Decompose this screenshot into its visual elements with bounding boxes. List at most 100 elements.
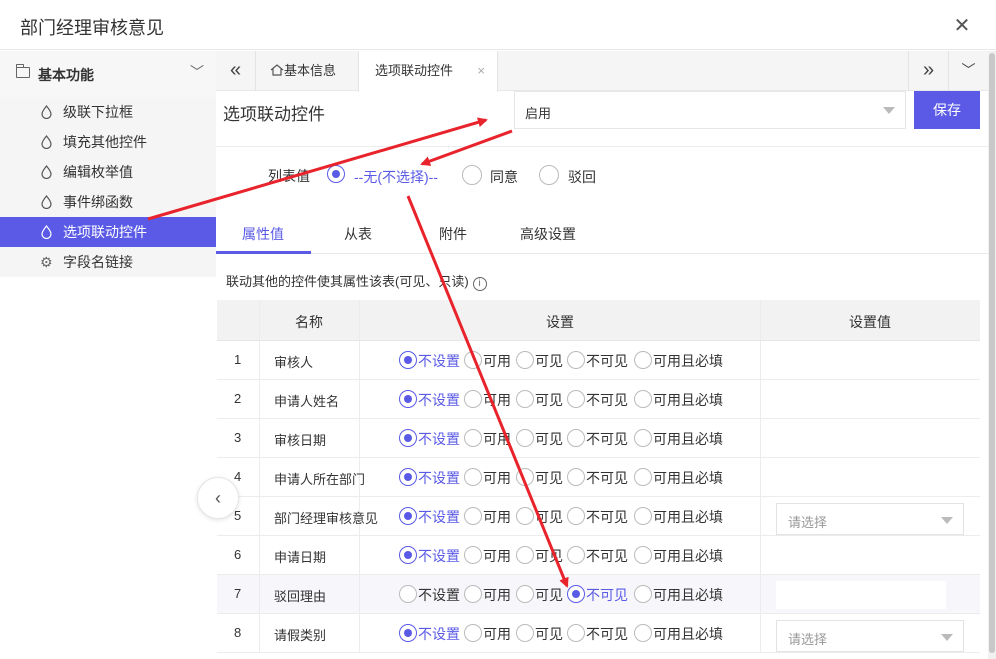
- setting-radio[interactable]: [464, 546, 482, 564]
- column-divider: [259, 458, 260, 496]
- setting-radio[interactable]: [516, 429, 534, 447]
- info-icon[interactable]: i: [472, 277, 487, 291]
- save-button[interactable]: 保存: [914, 91, 980, 129]
- enable-select[interactable]: 启用: [514, 91, 906, 129]
- subtab-detail-table[interactable]: 从表: [344, 224, 372, 244]
- sidebar-item[interactable]: 事件绑函数: [0, 187, 216, 217]
- setting-radio[interactable]: [634, 468, 652, 486]
- chevron-down-icon[interactable]: ﹀: [190, 62, 204, 82]
- sidebar-item-label: 选项联动控件: [63, 224, 147, 240]
- sidebar-item[interactable]: 级联下拉框: [0, 97, 216, 127]
- setting-value-input[interactable]: [776, 581, 946, 609]
- table-row: 7 驳回理由 不设置 可用 可见 不可见 可用且必填: [217, 575, 980, 614]
- setting-radio[interactable]: [567, 429, 585, 447]
- tab-option-linkage[interactable]: 选项联动控件 ×: [358, 51, 498, 92]
- setting-option-label: 可用: [483, 470, 511, 486]
- setting-radio[interactable]: [516, 468, 534, 486]
- setting-radio[interactable]: [634, 351, 652, 369]
- setting-radio[interactable]: [464, 507, 482, 525]
- setting-radio[interactable]: [464, 429, 482, 447]
- sub-tabs: 属性值 从表 附件 高级设置: [216, 212, 988, 254]
- sidebar-group-basic[interactable]: 基本功能 ﹀: [0, 51, 216, 97]
- subtab-attachments[interactable]: 附件: [439, 224, 467, 244]
- subtab-advanced[interactable]: 高级设置: [520, 224, 576, 244]
- page-heading: 选项联动控件: [223, 105, 325, 124]
- setting-radio[interactable]: [516, 546, 534, 564]
- list-value-radio-reject[interactable]: [539, 165, 559, 185]
- setting-radio[interactable]: [399, 624, 417, 642]
- setting-value-select[interactable]: 请选择: [776, 503, 964, 535]
- setting-value-select[interactable]: 请选择: [776, 620, 964, 652]
- setting-radio[interactable]: [567, 546, 585, 564]
- table-row: 2 申请人姓名 不设置 可用 可见 不可见 可用且必填: [217, 380, 980, 419]
- setting-radio[interactable]: [567, 507, 585, 525]
- row-number: 8: [234, 625, 242, 640]
- list-value-option-agree: 同意: [490, 169, 518, 185]
- setting-radio[interactable]: [399, 546, 417, 564]
- setting-option-label: 可用: [483, 626, 511, 642]
- tab-close-icon[interactable]: ×: [477, 51, 485, 91]
- sidebar-item[interactable]: 选项联动控件: [0, 217, 216, 247]
- setting-option-label: 可用且必填: [653, 431, 723, 447]
- table-row: 4 申请人所在部门 不设置 可用 可见 不可见 可用且必填: [217, 458, 980, 497]
- setting-radio[interactable]: [516, 390, 534, 408]
- setting-radio[interactable]: [399, 507, 417, 525]
- setting-radio[interactable]: [567, 468, 585, 486]
- setting-radio[interactable]: [634, 546, 652, 564]
- setting-radio[interactable]: [634, 624, 652, 642]
- setting-radio[interactable]: [634, 390, 652, 408]
- sidebar-item[interactable]: ⚙ 字段名链接: [0, 247, 216, 277]
- column-divider: [760, 341, 761, 379]
- setting-radio[interactable]: [634, 507, 652, 525]
- scrollbar-thumb[interactable]: [989, 53, 995, 653]
- list-value-radio-agree[interactable]: [462, 165, 482, 185]
- column-header-setting: 设置: [546, 314, 574, 330]
- drop-icon: [41, 165, 52, 179]
- row-number: 6: [234, 547, 242, 562]
- setting-radio[interactable]: [399, 468, 417, 486]
- enable-select-value: 启用: [525, 106, 552, 121]
- list-value-row: 列表值 --无(不选择)-- 同意 驳回: [216, 160, 988, 190]
- close-icon[interactable]: ✕: [952, 13, 972, 37]
- collapse-sidebar-button[interactable]: ‹: [197, 477, 239, 519]
- drop-icon: [41, 105, 52, 119]
- setting-radio[interactable]: [399, 429, 417, 447]
- tab-menu-chevron-icon[interactable]: ﹀: [948, 51, 988, 91]
- setting-radio[interactable]: [399, 390, 417, 408]
- setting-radio[interactable]: [567, 624, 585, 642]
- setting-radio[interactable]: [516, 624, 534, 642]
- setting-radio[interactable]: [464, 468, 482, 486]
- row-number: 4: [234, 469, 242, 484]
- sidebar-item[interactable]: 填充其他控件: [0, 127, 216, 157]
- setting-radio[interactable]: [516, 507, 534, 525]
- sidebar-item[interactable]: 编辑枚举值: [0, 157, 216, 187]
- setting-radio[interactable]: [464, 390, 482, 408]
- setting-radio[interactable]: [567, 351, 585, 369]
- list-value-radio-none[interactable]: [327, 165, 345, 183]
- setting-radio[interactable]: [464, 624, 482, 642]
- setting-option-label: 不设置: [418, 353, 460, 369]
- setting-option-label: 可用且必填: [653, 587, 723, 603]
- setting-radio[interactable]: [516, 585, 534, 603]
- setting-radio[interactable]: [634, 429, 652, 447]
- setting-radio[interactable]: [464, 585, 482, 603]
- vertical-scrollbar[interactable]: [988, 51, 996, 659]
- setting-radio[interactable]: [567, 585, 585, 603]
- setting-radio[interactable]: [634, 585, 652, 603]
- setting-radio[interactable]: [516, 351, 534, 369]
- gear-icon: ⚙: [40, 254, 53, 270]
- setting-option-label: 不设置: [418, 392, 460, 408]
- setting-radio[interactable]: [399, 351, 417, 369]
- tab-basic-info[interactable]: 基本信息: [260, 51, 358, 91]
- row-field-name: 申请人所在部门: [274, 472, 366, 487]
- setting-option-label: 可用: [483, 587, 511, 603]
- scroll-tabs-right-icon[interactable]: »: [908, 51, 948, 91]
- column-divider: [259, 419, 260, 457]
- list-value-option-reject: 驳回: [568, 169, 596, 185]
- setting-radio[interactable]: [567, 390, 585, 408]
- row-number: 2: [234, 391, 242, 406]
- subtab-properties[interactable]: 属性值: [242, 224, 284, 244]
- scroll-tabs-left-icon[interactable]: «: [216, 51, 256, 91]
- setting-radio[interactable]: [399, 585, 417, 603]
- setting-radio[interactable]: [464, 351, 482, 369]
